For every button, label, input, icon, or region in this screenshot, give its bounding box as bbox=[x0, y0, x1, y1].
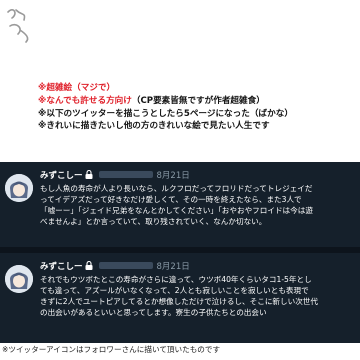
warning-line: ※きれいに描きたいし他の方のきれいな絵で見たい人生です bbox=[38, 121, 270, 132]
redacted-handle bbox=[98, 171, 153, 178]
warning-line-suffix: （CP要素皆無ですが作者超雑食） bbox=[131, 95, 265, 106]
tweet-header: みずこしー 8月21日 bbox=[40, 261, 190, 273]
tweet-text-line: 「嘘ーー」「ジェイド兄弟をなんとかしてください」「おやおやフロイドは今は遊 bbox=[40, 206, 313, 215]
tweet-card[interactable]: みずこしー 8月21日 もし人魚の寿命が人より長いなら、ルクフロだってフロリドだっ… bbox=[0, 162, 360, 247]
tweet-header: みずこしー 8月21日 bbox=[40, 170, 190, 182]
tweet-text-line: ってイデアズだって好きなだけ愛しくて、その一時を終えたなら、また3人で bbox=[40, 195, 302, 204]
tweet-date[interactable]: 8月21日 bbox=[157, 171, 190, 181]
redacted-handle bbox=[98, 262, 153, 269]
tweet-text: それでもウツボたとこの寿命がさらに違って、ウツボ40年くらいタコ1-5年とし て… bbox=[40, 274, 356, 318]
tweet-text-line: ても違って、アズールがいなくなって、2人とも寂しいことを寂しいとも表現で bbox=[40, 286, 309, 295]
author-name[interactable]: みずこしー bbox=[40, 171, 83, 181]
tweet-date[interactable]: 8月21日 bbox=[157, 262, 190, 272]
warning-notes: ※超雑絵（マジで） ※なんでも許せる方向け（CP要素皆無ですが作者超雑食） ※以… bbox=[38, 82, 358, 133]
tweet-text-line: べませんよ」とか言っていて、取り残されていく、なんか切ない。 bbox=[40, 217, 267, 226]
tweet-text: もし人魚の寿命が人より長いなら、ルクフロだってフロリドだってトレジェイだ ってイ… bbox=[40, 183, 356, 227]
warning-line: ※以下のツイッターを描こうとしたら5ページになった（ばかな） bbox=[38, 108, 293, 119]
tweet-text-line: の出会いがあるといいと思ってします。寮生の子供たちとの出会い bbox=[40, 308, 267, 317]
footnote-caption: ※ツイッターアイコンはフォロワーさんに描いて頂いたものです bbox=[2, 345, 221, 354]
tweet-card[interactable]: みずこしー 8月21日 それでもウツボたとこの寿命がさらに違って、ウツボ40年くら… bbox=[0, 253, 360, 343]
tweet-text-line: もし人魚の寿命が人より長いなら、ルクフロだってフロリドだってトレジェイだ bbox=[40, 184, 313, 193]
lock-icon bbox=[85, 261, 93, 270]
warning-line: ※なんでも許せる方向け（CP要素皆無ですが作者超雑食） bbox=[38, 95, 358, 108]
tweet-text-line: きずに2人でユートピアしてるとか想像しただけで泣けるし、そこに新しい次世代 bbox=[40, 297, 318, 306]
tweet-text-line: それでもウツボたとこの寿命がさらに違って、ウツボ40年くらいタコ1-5年とし bbox=[40, 275, 312, 284]
avatar[interactable] bbox=[5, 265, 33, 293]
signature-mark bbox=[7, 9, 29, 43]
avatar[interactable] bbox=[5, 174, 33, 202]
lock-icon bbox=[85, 170, 93, 179]
author-name[interactable]: みずこしー bbox=[40, 262, 83, 272]
warning-line-main: ※なんでも許せる方向け bbox=[38, 95, 132, 106]
warning-line: ※超雑絵（マジで） bbox=[38, 83, 116, 93]
